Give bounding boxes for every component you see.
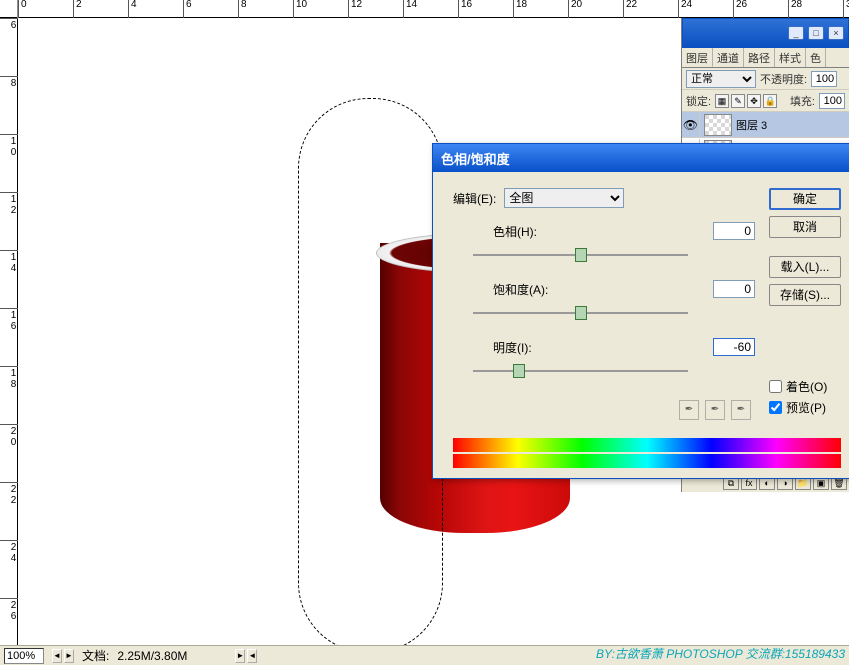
arrow-right-icon[interactable]: ► (64, 649, 74, 663)
zoom-input[interactable] (4, 648, 44, 664)
tab-styles[interactable]: 样式 (775, 48, 806, 67)
lock-all-icon[interactable]: 🔒 (763, 94, 777, 108)
hue-slider[interactable] (473, 244, 688, 266)
lock-transparency-icon[interactable]: ▦ (715, 94, 729, 108)
cancel-button[interactable]: 取消 (769, 216, 841, 238)
load-button[interactable]: 载入(L)... (769, 256, 841, 278)
marquee-selection (298, 98, 443, 653)
edit-label: 编辑(E): (453, 190, 496, 207)
visibility-icon[interactable]: 👁 (682, 113, 700, 137)
layer-thumbnail[interactable] (704, 114, 732, 136)
blend-row: 正常 不透明度: (682, 68, 849, 90)
doc-size: 2.25M/3.80M (117, 649, 187, 663)
opacity-label: 不透明度: (760, 71, 807, 87)
lock-icons: ▦ ✎ ✥ 🔒 (715, 94, 777, 108)
ruler-corner (0, 0, 18, 18)
tab-paths[interactable]: 路径 (744, 48, 775, 67)
minimize-icon[interactable]: _ (788, 26, 804, 40)
lightness-input[interactable] (713, 338, 755, 356)
colorize-checkbox[interactable]: 着色(O) (769, 378, 841, 395)
panel-titlebar[interactable]: _ □ × (682, 18, 849, 48)
lock-row: 锁定: ▦ ✎ ✥ 🔒 填充: (682, 90, 849, 112)
spectrum-bottom (453, 454, 841, 468)
lock-position-icon[interactable]: ✥ (747, 94, 761, 108)
eyedropper-icon[interactable]: ✒ (679, 400, 699, 420)
tab-layers[interactable]: 图层 (682, 48, 713, 67)
doc-label: 文档: (82, 647, 109, 664)
saturation-slider[interactable] (473, 302, 688, 324)
saturation-label: 饱和度(A): (493, 281, 563, 298)
fill-label: 填充: (790, 93, 815, 109)
layer-item[interactable]: 👁 图层 3 (682, 112, 849, 138)
opacity-input[interactable] (811, 71, 837, 87)
preview-checkbox[interactable]: 预览(P) (769, 399, 841, 416)
hue-saturation-dialog[interactable]: 色相/饱和度 编辑(E): 全图 色相(H): 饱和度(A): 明度(I): (432, 143, 849, 479)
watermark: BY:古欲香萧 PHOTOSHOP 交流群:155189433 (596, 645, 845, 662)
lock-label: 锁定: (686, 93, 711, 109)
tab-channels[interactable]: 通道 (713, 48, 744, 67)
ruler-vertical: 68101214161820222426 (0, 18, 18, 648)
spectrum-top (453, 438, 841, 452)
saturation-input[interactable] (713, 280, 755, 298)
layer-name[interactable]: 图层 3 (736, 117, 767, 133)
arrow-left-icon[interactable]: ◄ (52, 649, 62, 663)
eyedropper-sub-icon[interactable]: ✒ (731, 400, 751, 420)
ok-button[interactable]: 确定 (769, 188, 841, 210)
arrow-icon[interactable]: ◄ (247, 649, 257, 663)
panel-tabs: 图层 通道 路径 样式 色 (682, 48, 849, 68)
lightness-label: 明度(I): (493, 339, 563, 356)
hue-input[interactable] (713, 222, 755, 240)
blend-mode-select[interactable]: 正常 (686, 70, 756, 88)
fill-input[interactable] (819, 93, 845, 109)
ruler-horizontal: 024681012141618202224262830 (0, 0, 849, 18)
dialog-title[interactable]: 色相/饱和度 (433, 144, 849, 172)
lightness-slider[interactable] (473, 360, 688, 382)
hue-label: 色相(H): (493, 223, 563, 240)
arrow-icon[interactable]: ► (235, 649, 245, 663)
close-icon[interactable]: × (828, 26, 844, 40)
maximize-icon[interactable]: □ (808, 26, 824, 40)
edit-select[interactable]: 全图 (504, 188, 624, 208)
lock-pixels-icon[interactable]: ✎ (731, 94, 745, 108)
eyedropper-add-icon[interactable]: ✒ (705, 400, 725, 420)
save-button[interactable]: 存储(S)... (769, 284, 841, 306)
tab-color[interactable]: 色 (806, 48, 826, 67)
